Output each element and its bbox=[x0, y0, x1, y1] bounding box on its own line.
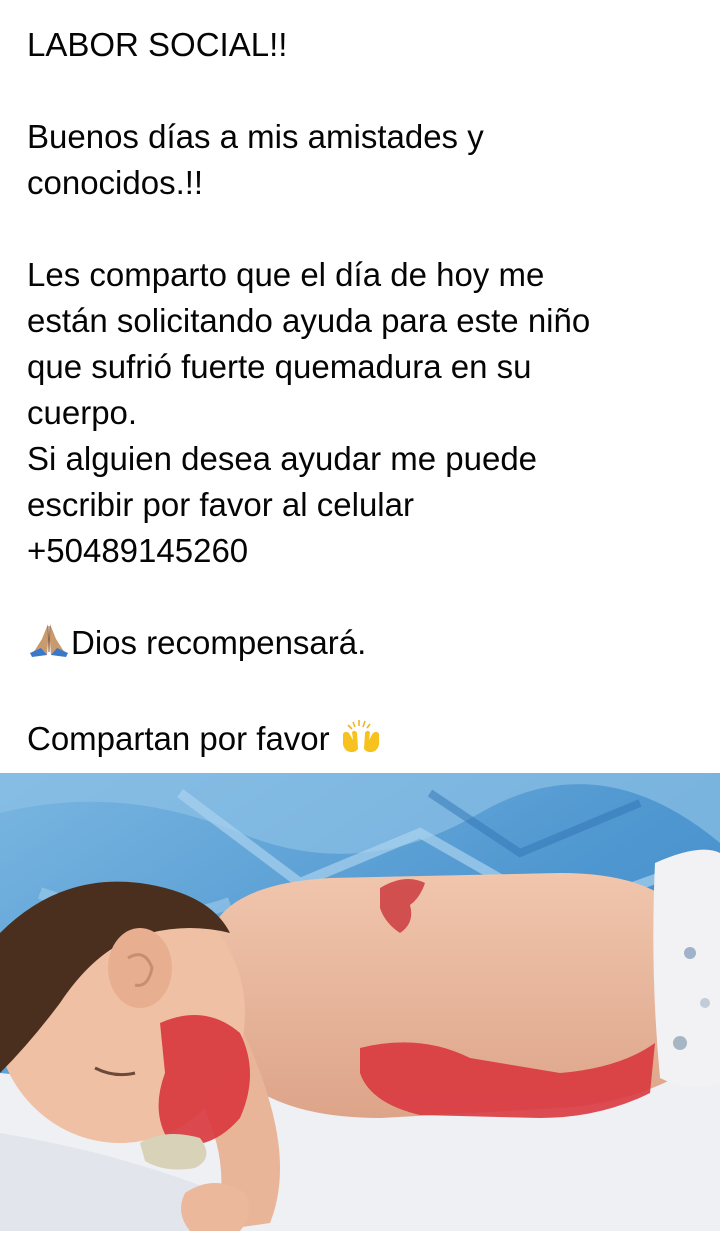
share-line: Compartan por favor bbox=[27, 716, 697, 766]
post-title: LABOR SOCIAL!! bbox=[27, 26, 288, 63]
phone-number: +50489145260 bbox=[27, 532, 249, 569]
body-line: que sufrió fuerte quemadura en su bbox=[27, 348, 532, 385]
diaper bbox=[653, 849, 720, 1087]
post-photo[interactable] bbox=[0, 773, 720, 1231]
body-line: están solicitando ayuda para este niño bbox=[27, 302, 591, 339]
greeting-line: Buenos días a mis amistades y bbox=[27, 118, 484, 155]
body-line: Si alguien desea ayudar me puede bbox=[27, 440, 538, 477]
body-line: Les comparto que el día de hoy me bbox=[27, 256, 545, 293]
baby-hand bbox=[181, 1183, 249, 1231]
share-text: Compartan por favor bbox=[27, 720, 330, 757]
raising-hands-icon bbox=[339, 720, 383, 766]
bottom-divider bbox=[0, 1231, 720, 1237]
post-text: LABOR SOCIAL!! Buenos días a mis amistad… bbox=[27, 22, 697, 766]
greeting-line: conocidos.!! bbox=[27, 164, 204, 201]
body-line: cuerpo. bbox=[27, 394, 138, 431]
body-line: escribir por favor al celular bbox=[27, 486, 414, 523]
blessing-line: Dios recompensará. bbox=[27, 620, 697, 670]
blessing-text: Dios recompensará. bbox=[71, 624, 367, 661]
praying-hands-icon bbox=[27, 622, 71, 670]
